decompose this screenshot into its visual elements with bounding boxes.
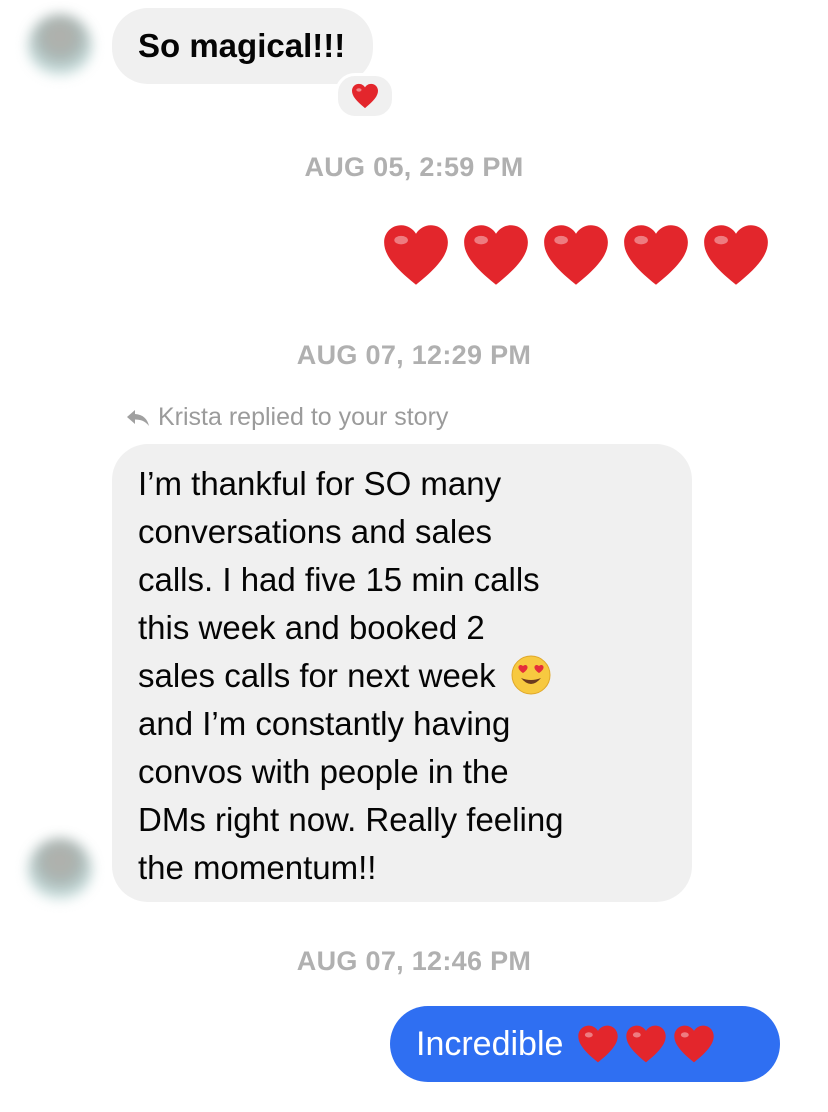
heart-eyes-emoji-icon [511, 655, 551, 695]
message-line: calls. I had five 15 min calls [138, 561, 540, 598]
timestamp: AUG 05, 2:59 PM [304, 152, 524, 182]
message-line: sales calls for next week [138, 657, 496, 694]
message-line: this week and booked 2 [138, 609, 485, 646]
message-line: conversations and sales [138, 513, 493, 550]
sender-avatar[interactable] [28, 838, 92, 902]
heart-group [577, 1024, 715, 1064]
heart-icon [384, 225, 448, 285]
timestamp: AUG 07, 12:29 PM [296, 340, 532, 370]
message-text: So magical!!! [138, 27, 346, 64]
heart-icon [352, 83, 378, 109]
heart-icon [544, 225, 608, 285]
heart-icon [674, 1025, 715, 1063]
sender-avatar[interactable] [28, 14, 92, 78]
message-line: convos with people in the [138, 753, 509, 790]
story-reply-label: Krista replied to your story [126, 403, 448, 432]
heart-icon [626, 1025, 667, 1063]
message-text: Incredible [416, 1025, 564, 1063]
message-line: I’m thankful for SO many [138, 465, 502, 502]
heart-icon [624, 225, 688, 285]
reply-arrow-icon [127, 409, 149, 426]
heart-icon [704, 225, 768, 285]
outgoing-message-bubble[interactable]: Incredible [390, 1006, 780, 1082]
incoming-message-bubble[interactable]: I’m thankful for SO many conversations a… [112, 444, 692, 902]
outgoing-emoji-message[interactable] [382, 222, 782, 294]
message-reaction[interactable] [335, 73, 395, 119]
reply-context-text: Krista replied to your story [158, 403, 449, 431]
incoming-message-bubble[interactable]: So magical!!! [112, 8, 374, 84]
heart-icon [464, 225, 528, 285]
message-line: the momentum!! [138, 849, 377, 886]
message-line: and I’m constantly having [138, 705, 511, 742]
message-line-with-emoji: sales calls for next week [138, 652, 672, 700]
timestamp: AUG 07, 12:46 PM [296, 946, 532, 976]
heart-icon [578, 1025, 619, 1063]
message-line: DMs right now. Really feeling [138, 801, 564, 838]
